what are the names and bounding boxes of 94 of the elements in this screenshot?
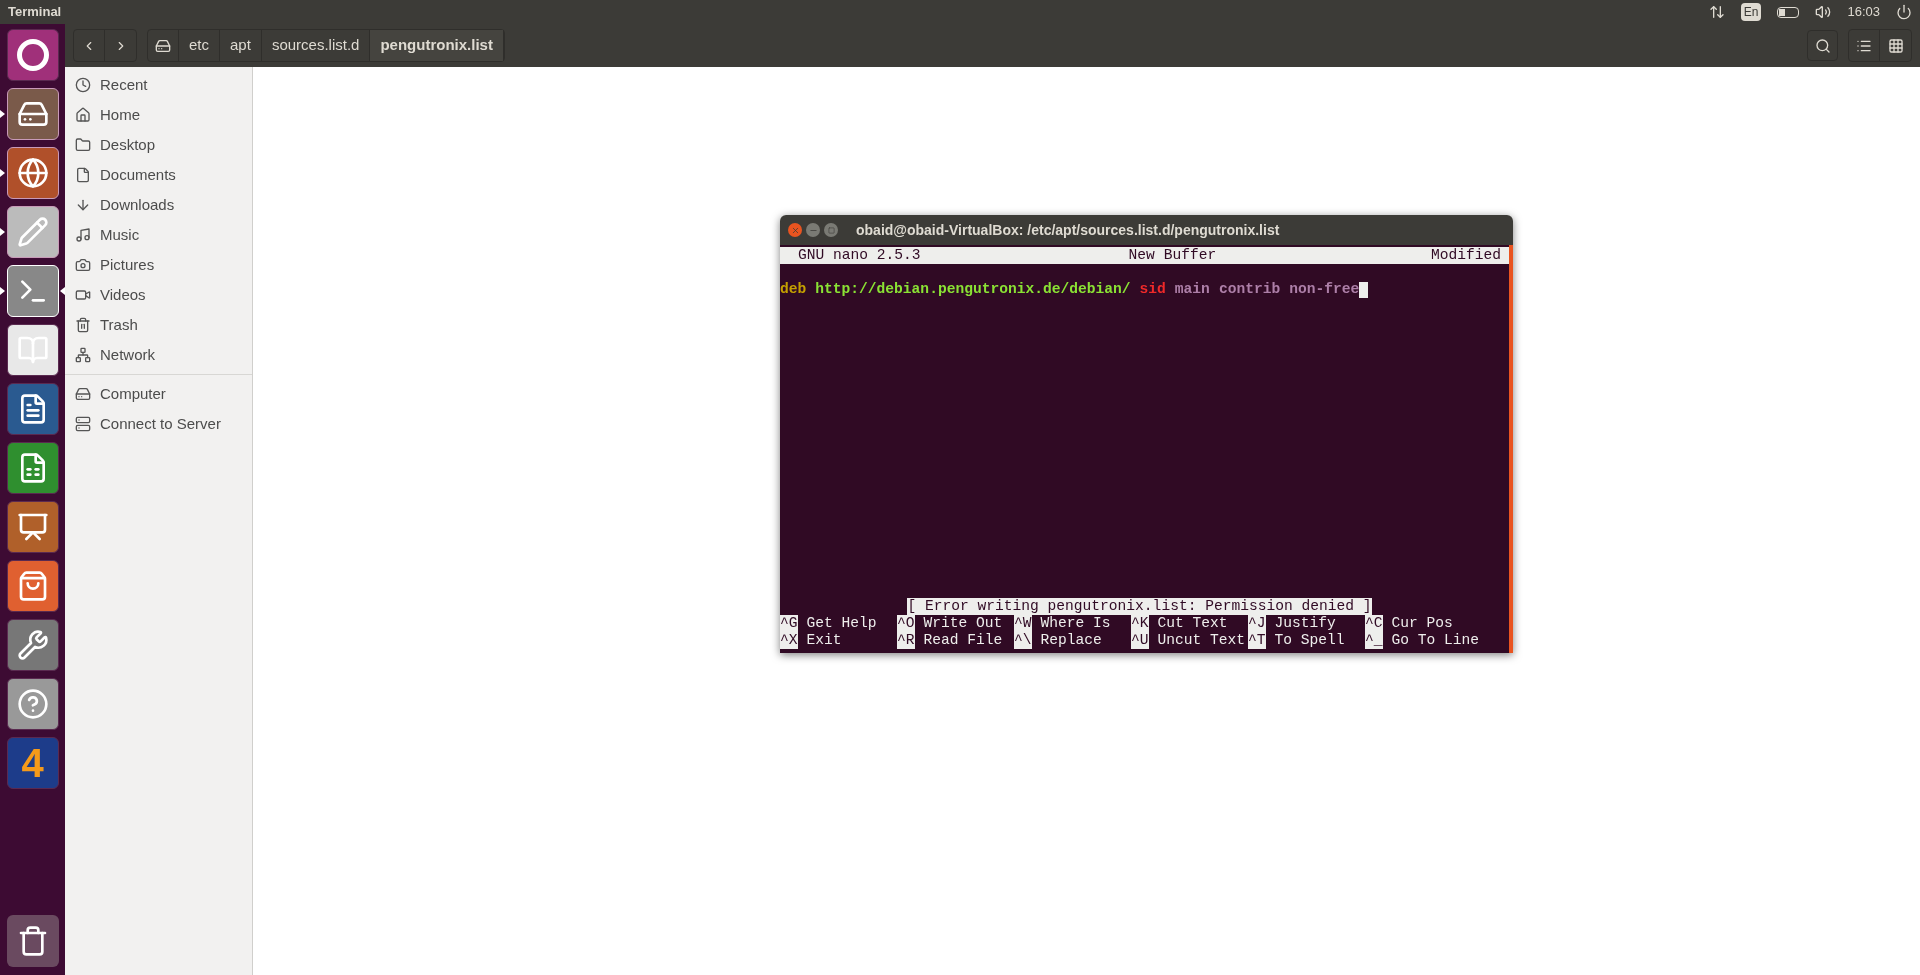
shortcut-label: Cut Text <box>1157 615 1228 632</box>
folder-icon <box>75 137 91 153</box>
minimize-button[interactable] <box>806 223 820 237</box>
shortcut-key: ^T <box>1248 632 1266 649</box>
keyboard-layout-indicator[interactable]: En <box>1740 3 1762 21</box>
clock[interactable]: 16:03 <box>1847 2 1880 22</box>
shortcut-key: ^_ <box>1365 632 1383 649</box>
search-icon <box>1814 37 1831 54</box>
shortcut-key: ^O <box>897 615 915 632</box>
shortcut-key: ^J <box>1248 615 1266 632</box>
path-segment[interactable]: apt <box>220 30 262 61</box>
maximize-button[interactable] <box>824 223 838 237</box>
code-token: non-free <box>1289 281 1360 298</box>
shortcut-label: Where Is <box>1040 615 1111 632</box>
shortcut-key: ^W <box>1014 615 1032 632</box>
nano-version: GNU nano 2.5.3 <box>798 247 921 264</box>
modified-status: Modified <box>1430 247 1501 264</box>
question-mark-icon <box>16 687 49 720</box>
network-arrows-icon[interactable] <box>1708 4 1725 20</box>
sidebar-item[interactable]: Pictures <box>65 250 252 280</box>
drive-icon <box>155 37 171 54</box>
app-launcher-button[interactable] <box>6 382 59 435</box>
pencil-icon <box>16 215 49 248</box>
camera-icon <box>75 257 91 273</box>
text-cursor <box>1359 281 1369 298</box>
battery-icon[interactable] <box>1777 6 1800 18</box>
maximize-icon <box>827 226 835 234</box>
app-launcher-button[interactable] <box>6 146 59 199</box>
code-token: http://debian.pengutronix.de/debian/ <box>815 281 1131 298</box>
app-launcher-button[interactable] <box>6 205 59 258</box>
shortcut-label: Write Out <box>923 615 1003 632</box>
volume-icon[interactable] <box>1815 4 1832 20</box>
sidebar-item[interactable]: Connect to Server <box>65 409 252 439</box>
shortcut-label: Go To Line <box>1391 632 1480 649</box>
trash-icon[interactable] <box>6 915 59 967</box>
video-camera-icon <box>75 287 91 303</box>
shortcut-label: Uncut Text <box>1157 632 1246 649</box>
path-segment[interactable]: etc <box>179 30 220 61</box>
shortcut-key: ^X <box>780 632 798 649</box>
shortcut-label: Replace <box>1040 632 1102 649</box>
drive-icon <box>75 386 91 402</box>
terminal-title: obaid@obaid-VirtualBox: /etc/apt/sources.list.d/pengutronix.list <box>856 220 1280 240</box>
sidebar-item[interactable]: Recent <box>65 70 252 100</box>
power-icon[interactable] <box>1896 4 1912 20</box>
app-launcher-button[interactable] <box>6 28 59 81</box>
close-button[interactable] <box>788 223 802 237</box>
music-note-icon <box>75 227 91 243</box>
globe-icon <box>16 156 49 189</box>
sidebar-item[interactable]: Network <box>65 340 252 370</box>
sidebar-item[interactable]: Computer <box>65 379 252 409</box>
code-token: contrib <box>1218 281 1281 298</box>
shortcut-label: Read File <box>923 632 1003 649</box>
trash-icon <box>75 317 91 333</box>
home-icon <box>75 107 91 123</box>
sidebar-item[interactable]: Trash <box>65 310 252 340</box>
sidebar-item[interactable]: Music <box>65 220 252 250</box>
sidebar-item[interactable]: Documents <box>65 160 252 190</box>
app-launcher-button[interactable] <box>6 441 59 494</box>
server-icon <box>75 416 91 432</box>
app-launcher-button[interactable] <box>6 618 59 671</box>
shortcut-key: ^\ <box>1014 632 1032 649</box>
buffer-name: New Buffer <box>1128 247 1217 264</box>
shortcut-key: ^G <box>780 615 798 632</box>
sidebar-item[interactable]: Home <box>65 100 252 130</box>
error-message: [ Error writing pengutronix.list: Permission denied ] <box>907 598 1372 615</box>
shortcut-label: Cur Pos <box>1391 615 1453 632</box>
grid-icon <box>1887 37 1904 54</box>
close-icon <box>790 225 800 235</box>
code-token: sid <box>1139 281 1166 298</box>
document-icon <box>75 167 91 183</box>
shortcut-key: ^C <box>1365 615 1383 632</box>
sidebar-item[interactable]: Videos <box>65 280 252 310</box>
app-launcher-button[interactable] <box>6 559 59 612</box>
network-icon <box>75 347 91 363</box>
app-launcher-button[interactable] <box>6 500 59 553</box>
sidebar-item[interactable]: Downloads <box>65 190 252 220</box>
sidebar-item[interactable]: Desktop <box>65 130 252 160</box>
shortcut-key: ^R <box>897 632 915 649</box>
shortcut-key: ^U <box>1131 632 1149 649</box>
shortcut-key: ^K <box>1131 615 1149 632</box>
shortcut-label: Justify <box>1274 615 1336 632</box>
shortcut-label: Get Help <box>806 615 877 632</box>
code-token: main <box>1174 281 1210 298</box>
search-button[interactable] <box>1807 30 1838 61</box>
shortcut-label: Exit <box>806 632 842 649</box>
app-launcher-button[interactable] <box>6 323 59 376</box>
clock-icon <box>75 77 91 93</box>
app-launcher-button[interactable] <box>6 87 59 140</box>
path-segment[interactable]: pengutronix.list <box>370 30 504 61</box>
shortcut-label: To Spell <box>1274 632 1345 649</box>
code-token: deb <box>780 281 807 298</box>
app-launcher-button[interactable]: 4 <box>6 736 59 789</box>
window-title: Terminal <box>8 3 62 22</box>
app-launcher-button[interactable] <box>6 677 59 730</box>
